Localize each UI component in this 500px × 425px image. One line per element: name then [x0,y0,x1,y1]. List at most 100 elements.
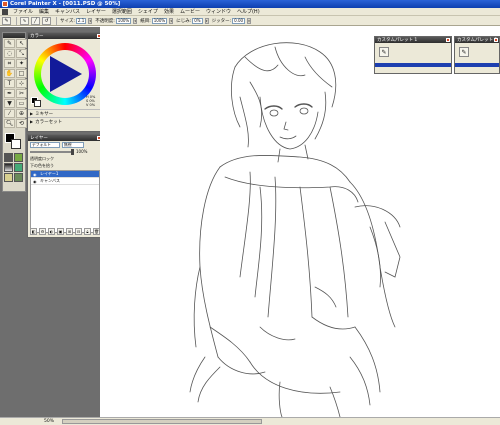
blend-label: にじみ: [176,18,192,24]
composite-row: デフォルト 無視 [28,141,102,148]
layer-list: ◉ レイヤー1 ◉ キャンバス [30,170,100,233]
tool-grid: ✎ ↖ ◌ ⤡ ⌗ ✦ ✋ □ T ⊹ ✒ ✂ ▼ ▭ ⁄ ⊕ 🔍︎ ⟲ [3,38,27,129]
size-spinner[interactable]: ▾ [88,17,93,24]
dropper-icon[interactable]: ↖ [16,39,27,48]
rubber-stamp-icon[interactable]: ⊕ [16,109,27,118]
nozzle-selector-icon[interactable] [14,163,23,172]
saturation-value-triangle[interactable] [50,56,82,92]
shape-select-icon[interactable]: ⊹ [16,79,27,88]
property-bar: ✎ ∿ ╱ ↺ サイズ: 2.1 ▾ 不透明度: 100% ▾ 紙目: 100%… [0,16,500,26]
menu-layers[interactable]: レイヤー [83,8,109,15]
jitter-spinner[interactable]: ▾ [247,17,252,24]
opacity-slider-knob[interactable] [71,148,74,155]
magnifier-icon[interactable]: 🔍︎ [4,119,15,128]
dynamic-plugin-icon[interactable]: ⚙ [39,227,46,235]
painter-window: Corel Painter X - [0011.PSD @ 50%] ファイル … [0,0,500,425]
layer-row-canvas[interactable]: ◉ キャンバス [31,178,99,185]
document-icon[interactable] [2,8,8,15]
menu-bar: ファイル 編集 キャンバス レイヤー 選択範囲 シェイプ 効果 ムービー ウィン… [0,8,500,16]
visibility-eye-icon[interactable]: ◉ [33,179,38,184]
pen-icon[interactable]: ✒ [4,89,15,98]
menu-edit[interactable]: 編集 [36,8,52,15]
composite-method-dropdown[interactable]: デフォルト [30,141,60,148]
rotate-page-icon[interactable]: ⟲ [16,119,27,128]
opacity-spinner[interactable]: ▾ [133,17,138,24]
size-label: サイズ: [60,18,75,24]
new-layer-icon[interactable]: ▣ [57,227,64,235]
grain-label: 紙目: [140,18,151,24]
opacity-field[interactable]: 100% [115,17,132,24]
app-icon [2,1,8,7]
jitter-label: ジッター: [211,18,232,24]
transform-icon[interactable]: ⤡ [16,49,27,58]
visibility-eye-icon[interactable]: ◉ [33,172,38,177]
palette-footer [455,63,499,67]
layer-row-1[interactable]: ◉ レイヤー1 [31,171,99,178]
brush-icon[interactable]: ✎ [4,39,15,48]
scissors-icon[interactable]: ✂ [16,89,27,98]
additional-color-swatch[interactable] [11,139,21,149]
pattern-selector-icon[interactable] [14,153,23,162]
hand-icon[interactable]: ✋ [4,69,15,78]
close-icon[interactable] [446,38,450,42]
layer-name: キャンバス [40,178,60,183]
drawing-canvas[interactable] [100,27,500,418]
text-icon[interactable]: T [4,79,15,88]
brush-variant-icon[interactable]: ✎ [379,47,389,57]
sketch-artwork [189,42,401,418]
color-set-section[interactable]: ▶ カラーセット [28,117,102,125]
brush-tool-icon[interactable]: ✎ [2,16,11,25]
custom-palette-2: カスタムパレット 2 ✎ [454,36,500,74]
gradient-selector-icon[interactable] [4,163,13,172]
close-icon[interactable] [494,38,498,42]
magic-wand-icon[interactable]: ✦ [16,59,27,68]
horizontal-scrollbar[interactable] [62,419,263,424]
additional-color-chip[interactable] [34,100,41,107]
paint-bucket-icon[interactable]: ▼ [4,99,15,108]
layer-mask-icon[interactable]: ◐ [48,227,55,235]
blend-field[interactable]: 0% [192,17,203,24]
menu-select[interactable]: 選択範囲 [109,8,135,15]
paper-selector-icon[interactable] [4,153,13,162]
preserve-transparency-row[interactable]: 透明度ロック [28,155,102,162]
eyedropper-icon[interactable]: ⁄ [4,109,15,118]
weave-selector-icon[interactable] [4,173,13,182]
menu-help[interactable]: ヘルプ(H) [234,8,263,15]
crop-icon[interactable]: ⌗ [4,59,15,68]
composite-depth-dropdown[interactable]: 無視 [62,141,84,148]
ungroup-icon[interactable]: ⊟ [75,227,82,235]
preserve-transparency-label: 透明度ロック [30,155,54,161]
look-selector-icon[interactable] [14,173,23,182]
brush-variant-icon[interactable]: ✎ [459,47,469,57]
menu-shapes[interactable]: シェイプ [135,8,161,15]
layer-name: レイヤー1 [40,171,59,176]
menu-canvas[interactable]: キャンバス [52,8,83,15]
opacity-label: 不透明度: [95,18,115,24]
menu-file[interactable]: ファイル [10,8,36,15]
expand-triangle-icon: ▶ [30,111,34,116]
eraser-icon[interactable]: ▭ [16,99,27,108]
size-field[interactable]: 2.1 [75,17,87,24]
divider [16,16,17,25]
pick-up-color-row[interactable]: 下の色を拾う [28,162,102,169]
opacity-slider[interactable] [30,148,74,155]
reset-tool-icon[interactable]: ↺ [42,16,51,25]
freehand-stroke-icon[interactable]: ∿ [20,16,29,25]
layer-commands-icon[interactable]: ◧ [30,227,37,235]
grain-field[interactable]: 100% [151,17,168,24]
lock-icon[interactable]: 🔒︎ [84,227,91,235]
menu-window[interactable]: ウィンドウ [203,8,234,15]
menu-effects[interactable]: 効果 [161,8,177,15]
jitter-field[interactable]: 0.00 [232,17,246,24]
grain-spinner[interactable]: ▾ [169,17,174,24]
blend-spinner[interactable]: ▾ [204,17,209,24]
group-layers-icon[interactable]: ⊞ [66,227,73,235]
mixer-section[interactable]: ▶ ミキサー [28,109,102,117]
straight-line-icon[interactable]: ╱ [31,16,40,25]
delete-layer-icon[interactable]: 🗑︎ [93,227,100,235]
lasso-icon[interactable]: ◌ [4,49,15,58]
toolbox: ✎ ↖ ◌ ⤡ ⌗ ✦ ✋ □ T ⊹ ✒ ✂ ▼ ▭ ⁄ ⊕ 🔍︎ ⟲ [2,32,27,192]
layers-panel-title-bar[interactable]: レイヤー [28,135,102,141]
rectangle-select-icon[interactable]: □ [16,69,27,78]
menu-movie[interactable]: ムービー [177,8,203,15]
